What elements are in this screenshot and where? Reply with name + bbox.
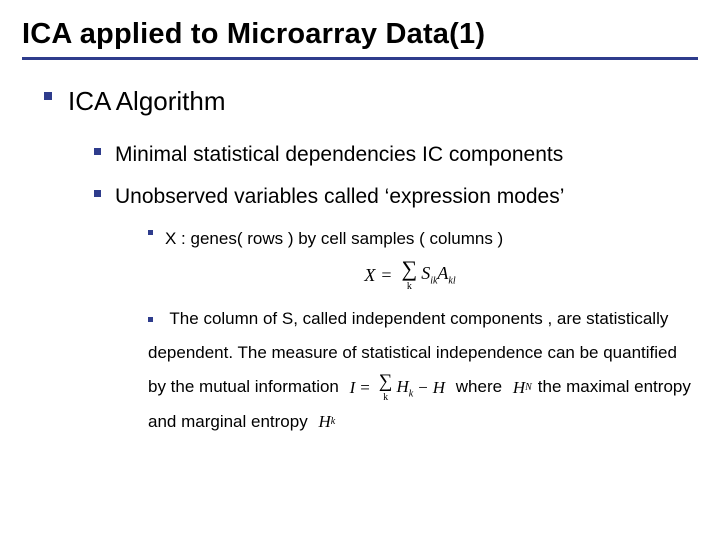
l1-text: ICA Algorithm [68, 82, 226, 121]
square-bullet-icon [94, 148, 101, 155]
square-bullet-icon [148, 230, 153, 235]
slide-title: ICA applied to Microarray Data(1) [22, 18, 698, 51]
bullet-l1-ica-algorithm: ICA Algorithm [44, 82, 698, 121]
symbol-HN: HN [513, 371, 532, 405]
square-bullet-icon [94, 190, 101, 197]
square-bullet-icon [44, 92, 52, 100]
sigma-sum-icon: ∑ k [379, 372, 393, 403]
symbol-Hk: Hk [318, 405, 335, 439]
formula1-eq: = [381, 265, 391, 286]
bullet-l2-minimal-dependencies: Minimal statistical dependencies IC comp… [94, 139, 698, 171]
l3b-tail2: and marginal entropy [148, 412, 308, 431]
l3b-where: where [456, 377, 502, 396]
l2a-text: Minimal statistical dependencies IC comp… [115, 139, 563, 171]
formula1-lhs: X [364, 265, 375, 286]
bullet-l2-expression-modes: Unobserved variables called ‘expression … [94, 181, 698, 213]
square-bullet-icon [148, 317, 153, 322]
formula1-S: S [421, 263, 430, 283]
l3a-text: X : genes( rows ) by cell samples ( colu… [165, 222, 503, 256]
title-underline [22, 57, 698, 60]
formula1-A: A [437, 263, 448, 283]
l3b-tail1: the maximal entropy [538, 377, 691, 396]
bullet-l3-independent-components: The column of S, called independent comp… [148, 302, 698, 439]
formula-mutual-information: I = ∑ k Hk − H [350, 370, 445, 404]
l2b-text: Unobserved variables called ‘expression … [115, 181, 564, 213]
sigma-sum-icon: ∑ k [402, 258, 418, 292]
bullet-l3-x-genes: X : genes( rows ) by cell samples ( colu… [148, 222, 698, 256]
formula-x-sum: X = ∑ k SikAkl [122, 258, 698, 292]
slide: ICA applied to Microarray Data(1) ICA Al… [0, 0, 720, 540]
